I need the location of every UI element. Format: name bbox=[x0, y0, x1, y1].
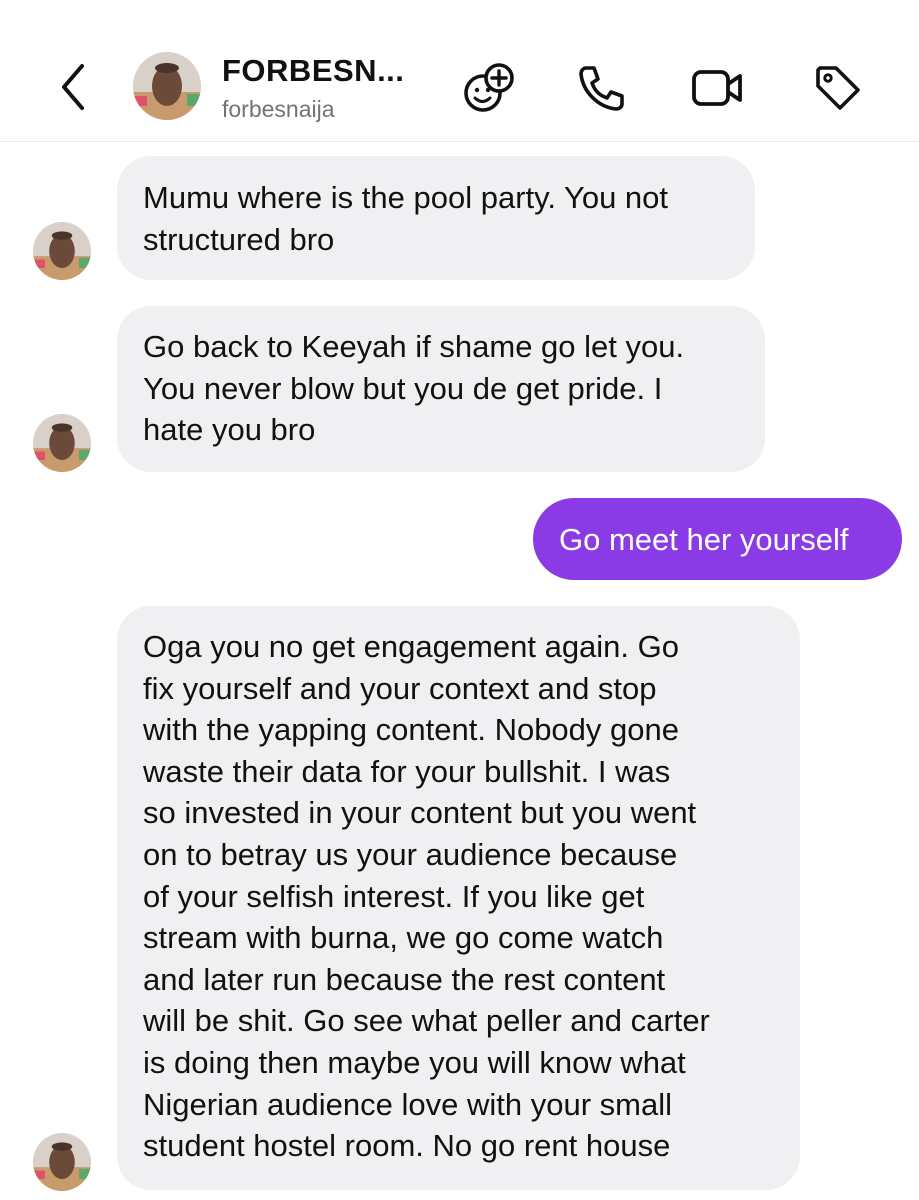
sender-avatar[interactable] bbox=[33, 1133, 91, 1191]
incoming-message[interactable]: Go back to Keeyah if shame go let you. Y… bbox=[117, 306, 765, 472]
label-button[interactable] bbox=[810, 60, 866, 116]
video-camera-icon bbox=[692, 70, 742, 106]
avatar-image bbox=[133, 52, 201, 120]
avatar-image bbox=[33, 1133, 91, 1191]
tag-icon bbox=[816, 66, 860, 110]
add-sticker-icon bbox=[464, 63, 514, 112]
outgoing-message[interactable]: Go meet her yourself bbox=[533, 498, 902, 580]
incoming-message[interactable]: Mumu where is the pool party. You not st… bbox=[117, 156, 755, 280]
phone-icon bbox=[579, 66, 624, 111]
sticker-button[interactable] bbox=[461, 60, 517, 116]
contact-avatar[interactable] bbox=[133, 52, 201, 120]
chevron-left-icon bbox=[62, 64, 84, 110]
call-button[interactable] bbox=[574, 60, 630, 116]
contact-name[interactable]: FORBESN... bbox=[222, 53, 404, 89]
contact-username: forbesnaija bbox=[222, 96, 335, 122]
back-button[interactable] bbox=[56, 62, 96, 112]
sender-avatar[interactable] bbox=[33, 222, 91, 280]
avatar-image bbox=[33, 414, 91, 472]
incoming-message[interactable]: Oga you no get engagement again. Go fix … bbox=[117, 606, 800, 1190]
sender-avatar[interactable] bbox=[33, 414, 91, 472]
video-call-button[interactable] bbox=[690, 60, 746, 116]
avatar-image bbox=[33, 222, 91, 280]
chat-header: FORBESN... forbesnaija bbox=[0, 0, 919, 142]
